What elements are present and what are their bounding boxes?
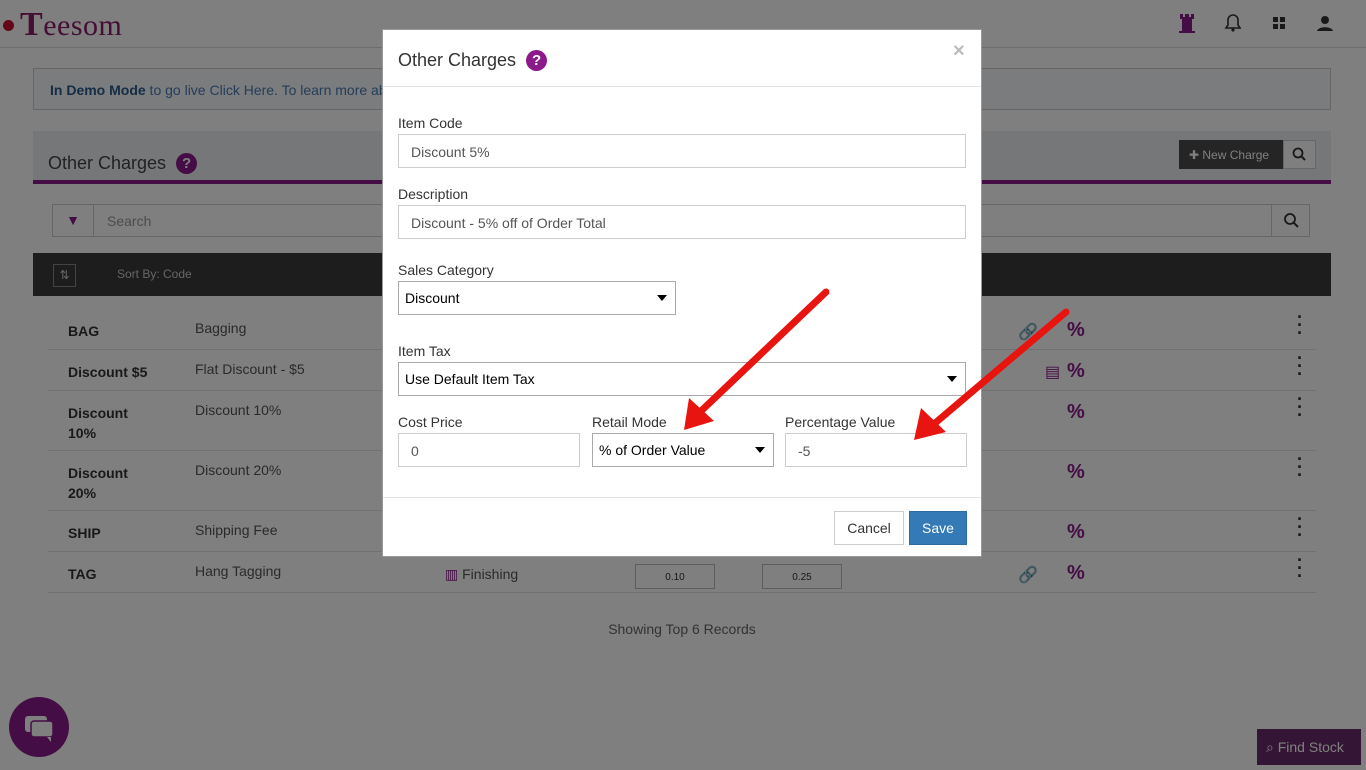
- other-charges-modal: Other Charges? × Item Code Discount 5% D…: [382, 29, 982, 557]
- item-code-label: Item Code: [398, 115, 463, 131]
- cost-price-label: Cost Price: [398, 414, 463, 430]
- item-code-input[interactable]: Discount 5%: [398, 134, 966, 168]
- cost-price-input[interactable]: 0: [398, 433, 580, 467]
- modal-footer: Cancel Save: [383, 497, 981, 557]
- item-tax-select[interactable]: Use Default Item Tax: [398, 362, 966, 396]
- dropdown-caret-icon: [755, 447, 765, 453]
- sales-category-select[interactable]: Discount: [398, 281, 676, 315]
- help-icon[interactable]: ?: [526, 50, 548, 71]
- modal-title: Other Charges?: [398, 50, 548, 71]
- retail-mode-label: Retail Mode: [592, 414, 667, 430]
- description-input[interactable]: Discount - 5% off of Order Total: [398, 205, 966, 239]
- modal-header: Other Charges? ×: [383, 30, 981, 87]
- save-button[interactable]: Save: [909, 511, 967, 545]
- cancel-button[interactable]: Cancel: [834, 511, 904, 545]
- dropdown-caret-icon: [947, 376, 957, 382]
- close-icon[interactable]: ×: [953, 40, 965, 63]
- percentage-value-input[interactable]: -5: [785, 433, 967, 467]
- dropdown-caret-icon: [657, 295, 667, 301]
- item-tax-label: Item Tax: [398, 343, 451, 359]
- retail-mode-select[interactable]: % of Order Value: [592, 433, 774, 467]
- description-label: Description: [398, 186, 469, 202]
- percentage-value-label: Percentage Value: [785, 414, 896, 430]
- sales-category-label: Sales Category: [398, 262, 494, 278]
